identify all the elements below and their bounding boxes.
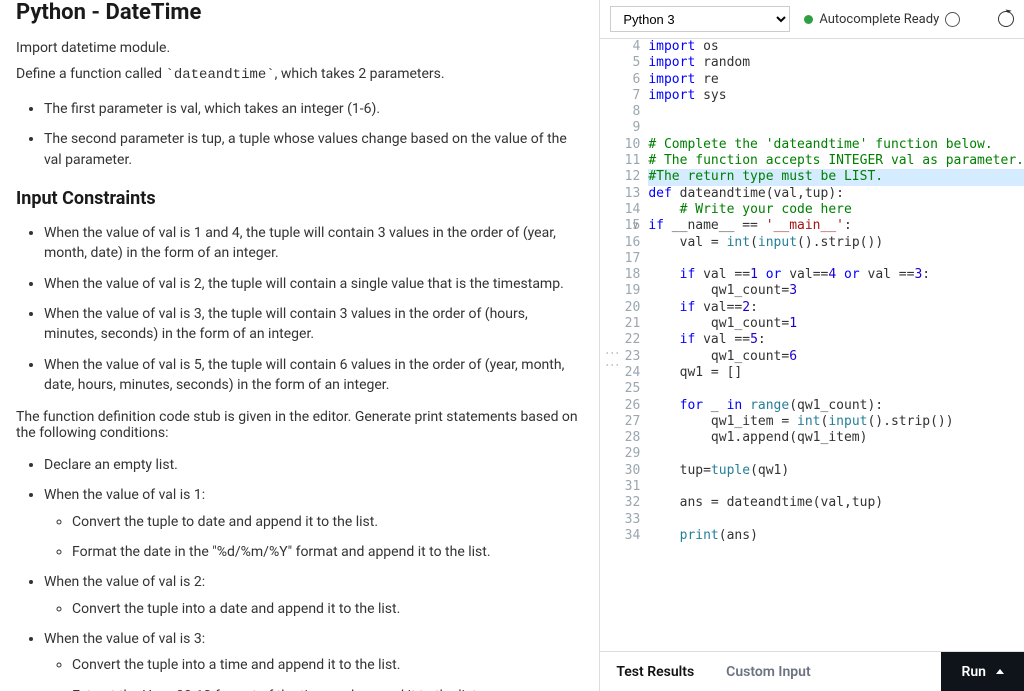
code-line[interactable]: 7import sys <box>600 88 1024 104</box>
code-line[interactable]: 14 # Write your code here <box>600 202 1024 218</box>
tab-test-results[interactable]: Test Results <box>600 652 710 691</box>
autocomplete-status: Autocomplete Ready <box>804 12 960 27</box>
bottom-tabs: Test Results Custom Input Run <box>600 651 1024 691</box>
run-label: Run <box>961 664 986 680</box>
list-item: When the value of val is 2, the tuple wi… <box>44 274 583 294</box>
code-line[interactable]: 12#The return type must be LIST. <box>600 169 1024 185</box>
code-line[interactable]: 19 qw1_count=3 <box>600 283 1024 299</box>
code-line[interactable]: 9 <box>600 120 1024 136</box>
list-item: The second parameter is tup, a tuple who… <box>44 129 583 170</box>
code-line[interactable]: 31 <box>600 479 1024 495</box>
code-line[interactable]: ∨15if __name__ == '__main__': <box>600 218 1024 234</box>
editor-panel: Python 3 Autocomplete Ready 4import os5i… <box>599 0 1024 691</box>
code-line[interactable]: 4import os <box>600 39 1024 55</box>
list-item: Extract the Hour 00-12 format of the tim… <box>72 686 583 691</box>
task-text: The function definition code stub is giv… <box>16 409 583 441</box>
code-line[interactable]: 28 qw1.append(qw1_item) <box>600 430 1024 446</box>
fold-icon[interactable]: ∨ <box>632 218 638 234</box>
autocomplete-label: Autocomplete Ready <box>819 12 939 27</box>
list-item: Convert the tuple into a time and append… <box>72 655 583 675</box>
list-item: Convert the tuple to date and append it … <box>72 512 583 532</box>
code-line[interactable]: 20 if val==2: <box>600 300 1024 316</box>
code-line[interactable]: 18 if val ==1 or val==4 or val ==3: <box>600 267 1024 283</box>
intro-1: Import datetime module. <box>16 39 583 59</box>
code-line[interactable]: 27 qw1_item = int(input().strip()) <box>600 414 1024 430</box>
code-line[interactable]: 26 for _ in range(qw1_count): <box>600 398 1024 414</box>
code-line[interactable]: 24 qw1 = [] <box>600 365 1024 381</box>
list-item: When the value of val is 5, the tuple wi… <box>44 355 583 396</box>
editor-toolbar: Python 3 Autocomplete Ready <box>600 0 1024 39</box>
code-line[interactable]: 23 qw1_count=6 <box>600 349 1024 365</box>
list-item: When the value of val is 1:Convert the t… <box>44 485 583 562</box>
list-item: Format the date in the "%d/%m/%Y" format… <box>72 542 583 562</box>
run-button[interactable]: Run <box>941 652 1024 691</box>
list-item: When the value of val is 3, the tuple wi… <box>44 304 583 345</box>
code-line[interactable]: 8 <box>600 104 1024 120</box>
code-line[interactable]: 32 ans = dateandtime(val,tup) <box>600 495 1024 511</box>
list-item: The first parameter is val, which takes … <box>44 99 583 119</box>
code-line[interactable]: 34 print(ans) <box>600 528 1024 544</box>
list-item: When the value of val is 3:Convert the t… <box>44 629 583 691</box>
list-item: When the value of val is 1 and 4, the tu… <box>44 223 583 264</box>
steps-list: Declare an empty list. When the value of … <box>16 455 583 691</box>
code-line[interactable]: 13def dateandtime(val,tup): <box>600 186 1024 202</box>
code-line[interactable]: 22 if val ==5: <box>600 332 1024 348</box>
status-dot-icon <box>804 15 813 24</box>
code-line[interactable]: 30 tup=tuple(qw1) <box>600 463 1024 479</box>
code-line[interactable]: 17 <box>600 251 1024 267</box>
code-editor[interactable]: 4import os5import random6import re7impor… <box>600 39 1024 651</box>
list-item: When the value of val is 2:Convert the t… <box>44 572 583 619</box>
code-line[interactable]: 21 qw1_count=1 <box>600 316 1024 332</box>
list-item: Declare an empty list. <box>44 455 583 475</box>
code-line[interactable]: 25 <box>600 381 1024 397</box>
tab-custom-input[interactable]: Custom Input <box>710 652 827 691</box>
constraints-heading: Input Constraints <box>16 188 583 209</box>
code-line[interactable]: 29 <box>600 446 1024 462</box>
code-line[interactable]: 6import re <box>600 72 1024 88</box>
problem-panel: Python - DateTime Import datetime module… <box>0 0 599 691</box>
chevron-up-icon <box>996 669 1004 674</box>
code-line[interactable]: 16 val = int(input().strip()) <box>600 235 1024 251</box>
code-line[interactable]: 10# Complete the 'dateandtime' function … <box>600 137 1024 153</box>
list-item: Convert the tuple into a date and append… <box>72 599 583 619</box>
intro-2: Define a function called `dateandtime`, … <box>16 65 583 86</box>
reset-icon[interactable] <box>998 11 1014 27</box>
code-line[interactable]: 5import random <box>600 55 1024 71</box>
page-title: Python - DateTime <box>16 0 583 25</box>
info-ring-icon <box>945 12 960 27</box>
code-line[interactable]: 33 <box>600 512 1024 528</box>
constraints-list: When the value of val is 1 and 4, the tu… <box>16 223 583 395</box>
code-line[interactable]: 11# The function accepts INTEGER val as … <box>600 153 1024 169</box>
param-list: The first parameter is val, which takes … <box>16 99 583 170</box>
language-select[interactable]: Python 3 <box>610 6 790 32</box>
